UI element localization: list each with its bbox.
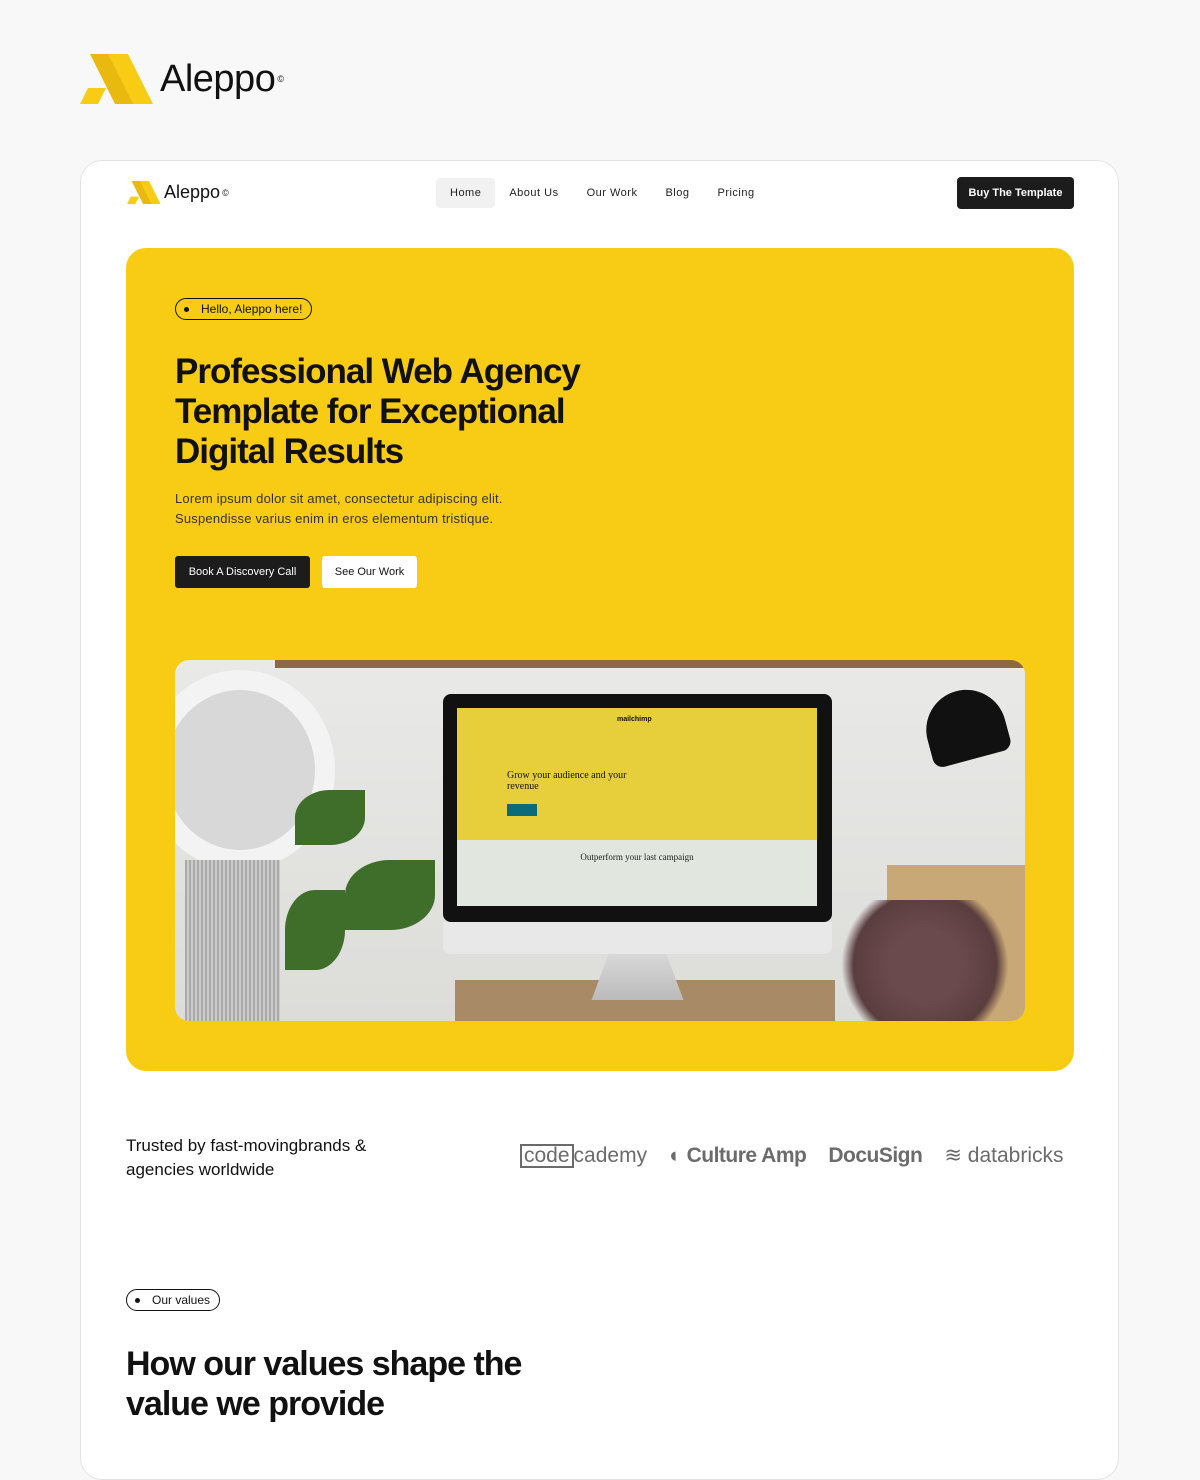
hero-title: Professional Web Agency Template for Exc…: [175, 352, 581, 471]
brand-name: Aleppo: [160, 57, 276, 100]
screen-subheading: Outperform your last campaign: [457, 840, 817, 906]
aleppo-logo-icon: [127, 181, 161, 204]
see-our-work-button[interactable]: See Our Work: [322, 556, 417, 588]
hero-subtitle: Lorem ipsum dolor sit amet, consectetur …: [175, 489, 503, 529]
book-discovery-call-button[interactable]: Book A Discovery Call: [175, 556, 310, 588]
plant-leaf: [295, 790, 365, 845]
plant-leaf: [285, 890, 345, 970]
culture-amp-logo: ◐ Culture Amp: [669, 1143, 807, 1167]
logo-text: Culture Amp: [686, 1143, 807, 1167]
subtitle-line: Suspendisse varius enim in eros elementu…: [175, 511, 494, 526]
shelf: [275, 660, 1025, 668]
monitor-chin: [443, 922, 832, 954]
main-nav: Home About Us Our Work Blog Pricing: [436, 178, 769, 208]
hero-badge: Hello, Aleppo here!: [175, 298, 313, 320]
fan-base: [185, 860, 280, 1021]
codecademy-logo: code cademy: [520, 1143, 647, 1168]
dot-icon: [135, 1297, 140, 1303]
values-badge-text: Our values: [152, 1293, 211, 1307]
values-badge: Our values: [126, 1289, 221, 1311]
values-title: How our values shape the value we provid…: [126, 1345, 522, 1423]
plant-leaf: [345, 860, 435, 930]
nav-blog[interactable]: Blog: [651, 178, 703, 208]
nav-about-us[interactable]: About Us: [495, 178, 572, 208]
screen-button: [507, 804, 537, 816]
aleppo-logo-icon: [80, 54, 153, 104]
hero-section: Hello, Aleppo here! Professional Web Age…: [126, 248, 1074, 1071]
hero-badge-text: Hello, Aleppo here!: [201, 302, 303, 316]
screen-heading: Grow your audience and your revenue: [507, 770, 627, 792]
dot-icon: [184, 306, 189, 312]
nav-logo-text: Aleppo: [164, 182, 221, 202]
subtitle-line: Lorem ipsum dolor sit amet, consectetur …: [175, 491, 503, 506]
databricks-icon: ≋: [944, 1144, 962, 1167]
client-logos: code cademy ◐ Culture Amp DocuSign ≋ data…: [520, 1143, 1064, 1168]
template-preview: Aleppo © Home About Us Our Work Blog Pric…: [80, 160, 1119, 1480]
databricks-logo: ≋ databricks: [944, 1143, 1063, 1168]
buy-template-button[interactable]: Buy The Template: [957, 177, 1074, 209]
docusign-logo: DocuSign: [828, 1143, 923, 1167]
copyright-mark: ©: [222, 187, 229, 198]
trusted-text: Trusted by fast-movingbrands & agencies …: [126, 1136, 367, 1179]
brand-logo[interactable]: Aleppo ©: [80, 54, 284, 104]
copyright-mark: ©: [277, 74, 284, 84]
desk-lamp: [917, 680, 1013, 770]
nav-home[interactable]: Home: [436, 178, 496, 208]
monitor-screen: mailchimp Grow your audience and your rev…: [457, 708, 817, 906]
screen-brand: mailchimp: [617, 716, 652, 723]
logo-text: databricks: [967, 1144, 1064, 1167]
monitor-stand: [591, 954, 684, 1000]
nav-pricing[interactable]: Pricing: [703, 178, 768, 208]
hero-image: mailchimp Grow your audience and your rev…: [175, 660, 1025, 1021]
nav-our-work[interactable]: Our Work: [573, 178, 652, 208]
purple-plant: [825, 900, 1025, 1021]
nav-logo[interactable]: Aleppo ©: [127, 181, 229, 204]
monitor: mailchimp Grow your audience and your rev…: [443, 694, 832, 922]
